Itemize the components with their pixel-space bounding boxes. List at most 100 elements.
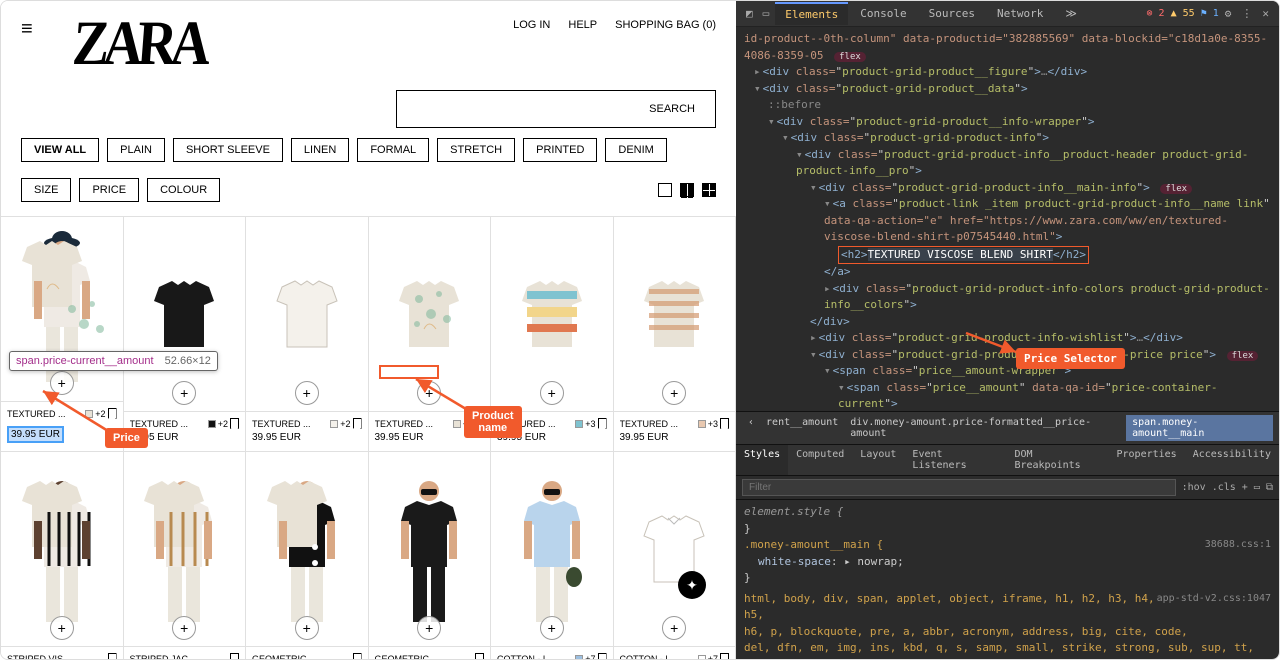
product-name: TEXTURED ...: [252, 419, 311, 429]
bag-link[interactable]: SHOPPING BAG (0): [615, 19, 716, 31]
product-cell[interactable]: + TEXTURED ... +2 39.95 EUR: [246, 217, 369, 452]
inspect-icon[interactable]: ◩: [746, 7, 753, 20]
bookmark-icon[interactable]: [598, 653, 607, 659]
filter-colour[interactable]: COLOUR: [147, 178, 220, 202]
bookmark-icon[interactable]: [353, 418, 362, 429]
layout-icon[interactable]: ▭: [1254, 482, 1260, 493]
product-cell[interactable]: +STRIPED JACQUA...45.95 EUR: [124, 452, 247, 659]
add-button[interactable]: +: [50, 616, 74, 640]
product-name: GEOMETRIC JAC...: [375, 654, 445, 660]
tab-sources[interactable]: Sources: [919, 3, 985, 24]
dock-icon[interactable]: ⋮: [1241, 7, 1252, 20]
bookmark-icon[interactable]: [720, 653, 729, 659]
add-button[interactable]: +: [540, 381, 564, 405]
device-icon[interactable]: ▭: [763, 7, 770, 20]
search-label: SEARCH: [649, 103, 695, 115]
filter-size[interactable]: SIZE: [21, 178, 71, 202]
more-colors[interactable]: +7: [585, 654, 595, 660]
filter-view-all[interactable]: VIEW ALL: [21, 138, 99, 162]
inspector-tooltip: span.price-current__amount 52.66×12: [9, 351, 218, 371]
cls-tool[interactable]: .cls: [1212, 482, 1236, 493]
brand-logo[interactable]: ZARA: [70, 6, 207, 78]
filter-price[interactable]: PRICE: [79, 178, 139, 202]
more-colors[interactable]: +3: [585, 419, 595, 429]
login-link[interactable]: LOG IN: [513, 19, 550, 31]
more-colors[interactable]: +2: [95, 409, 105, 419]
hamburger-icon[interactable]: ≡: [21, 19, 33, 39]
tab-more[interactable]: ≫: [1055, 3, 1087, 24]
copy-icon[interactable]: ⧉: [1266, 482, 1273, 493]
product-name: GEOMETRIC CRO...: [252, 654, 322, 660]
more-colors[interactable]: +3: [708, 419, 718, 429]
color-swatch[interactable]: [698, 655, 706, 660]
product-price: 39.95 EUR: [620, 432, 730, 443]
tab-elements[interactable]: Elements: [775, 2, 848, 25]
filter-printed[interactable]: PRINTED: [523, 138, 597, 162]
color-swatch[interactable]: [85, 410, 93, 418]
add-button[interactable]: +: [50, 371, 74, 395]
product-cell[interactable]: +COTTON - L...+735.95 EUR: [491, 452, 614, 659]
color-swatch[interactable]: [575, 655, 583, 660]
close-icon[interactable]: ✕: [1262, 7, 1269, 20]
product-cell[interactable]: +GEOMETRIC JAC...39.95 EUR: [369, 452, 492, 659]
add-button[interactable]: +: [417, 381, 441, 405]
filter-plain[interactable]: PLAIN: [107, 138, 165, 162]
dom-breadcrumbs[interactable]: ‹ rent__amount div.money-amount.price-fo…: [736, 411, 1279, 444]
color-swatch[interactable]: [575, 420, 583, 428]
status-counts: ⊗ 2 ▲ 55 ⚑ 1: [1147, 8, 1219, 19]
devtools-tabs[interactable]: ◩ ▭ Elements Console Sources Network ≫ ⊗…: [736, 1, 1279, 27]
styles-filter-input[interactable]: [742, 479, 1176, 496]
tab-console[interactable]: Console: [850, 3, 916, 24]
bookmark-icon[interactable]: [108, 653, 117, 659]
bookmark-icon[interactable]: [720, 418, 729, 429]
product-price: 39.95 EUR: [252, 432, 362, 443]
search-input[interactable]: SEARCH: [396, 90, 716, 128]
css-rules[interactable]: element.style { } 38688.css:1.money-amou…: [736, 499, 1279, 659]
add-button[interactable]: +: [295, 381, 319, 405]
view-toggle[interactable]: [658, 178, 716, 202]
product-name: STRIPED JACQUA...: [130, 654, 200, 660]
add-button[interactable]: +: [172, 381, 196, 405]
accessibility-icon[interactable]: ✦: [678, 571, 706, 599]
tab-network[interactable]: Network: [987, 3, 1053, 24]
dom-tree[interactable]: id-product--0th-column" data-productid="…: [736, 27, 1279, 411]
more-colors[interactable]: +7: [708, 654, 718, 660]
product-cell[interactable]: +TEXTURED ...+239.95 EUR: [1, 217, 124, 452]
add-button[interactable]: +: [662, 616, 686, 640]
bookmark-icon[interactable]: [598, 418, 607, 429]
bookmark-icon[interactable]: [353, 653, 362, 659]
product-cell[interactable]: +COTTON - L...+735.95 EUR: [614, 452, 737, 659]
add-button[interactable]: +: [295, 616, 319, 640]
help-link[interactable]: HELP: [568, 19, 597, 31]
bookmark-icon[interactable]: [230, 653, 239, 659]
product-cell[interactable]: +GEOMETRIC CRO...49.95 EUR: [246, 452, 369, 659]
product-name: TEXTURED ...: [130, 419, 189, 429]
bookmark-icon[interactable]: [475, 653, 484, 659]
color-swatch[interactable]: [698, 420, 706, 428]
bookmark-icon[interactable]: [108, 408, 117, 419]
color-swatch[interactable]: [330, 420, 338, 428]
add-button[interactable]: +: [662, 381, 686, 405]
filter-formal[interactable]: FORMAL: [357, 138, 429, 162]
color-swatch[interactable]: [208, 420, 216, 428]
filter-linen[interactable]: LINEN: [291, 138, 349, 162]
annotation-product-name: Product name: [464, 406, 522, 438]
add-button[interactable]: +: [172, 616, 196, 640]
add-button[interactable]: +: [540, 616, 564, 640]
more-colors[interactable]: +2: [340, 419, 350, 429]
filter-short-sleeve[interactable]: SHORT SLEEVE: [173, 138, 283, 162]
more-colors[interactable]: +2: [218, 419, 228, 429]
product-cell[interactable]: + TEXTURED ... +3 39.95 EUR: [614, 217, 737, 452]
product-name: TEXTURED ...: [620, 419, 679, 429]
add-button[interactable]: +: [417, 616, 441, 640]
settings-icon[interactable]: ⚙: [1225, 7, 1232, 20]
bookmark-icon[interactable]: [230, 418, 239, 429]
hov-tool[interactable]: :hov: [1182, 482, 1206, 493]
color-swatch[interactable]: [453, 420, 461, 428]
filter-stretch[interactable]: STRETCH: [437, 138, 515, 162]
filter-denim[interactable]: DENIM: [605, 138, 666, 162]
product-cell[interactable]: +STRIPED VISCOSE...39.95 EUR: [1, 452, 124, 659]
product-cell[interactable]: +TEXTURED ...+239.95 EUR: [124, 217, 247, 452]
styles-tabs[interactable]: Styles Computed Layout Event Listeners D…: [736, 444, 1279, 475]
new-rule-tool[interactable]: +: [1242, 482, 1248, 493]
